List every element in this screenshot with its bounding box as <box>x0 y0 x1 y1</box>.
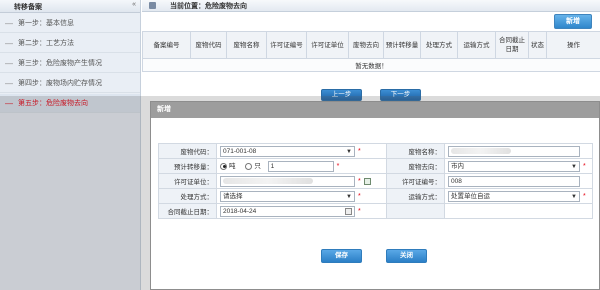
sidebar-item-step1[interactable]: — 第一步：基本信息 <box>0 14 140 33</box>
unit-piece-radio[interactable] <box>245 162 253 170</box>
process-select[interactable]: 请选择 ▼ <box>220 190 355 202</box>
waste-name-input[interactable] <box>448 145 580 157</box>
collapse-icon[interactable]: « <box>132 1 136 8</box>
waste-code-value: 071-001-08 <box>223 147 257 155</box>
dialog-body: 废物代码： 071-001-08 ▼ * 废物名称： 预计转移量： 吨 只 1 * 废… <box>151 118 599 289</box>
empty-label <box>386 203 445 219</box>
column-header: 废物名称 <box>226 31 267 59</box>
license-unit-cell: * <box>216 173 387 189</box>
sidebar-item-label: 第三步：危险废物产生情况 <box>18 60 102 67</box>
waste-name-label: 废物名称： <box>386 143 445 159</box>
empty-cell <box>444 203 593 219</box>
transport-value: 处置单位自运 <box>451 192 490 200</box>
waste-code-cell: 071-001-08 ▼ * <box>216 143 387 159</box>
form-row: 处理方式： 请选择 ▼ * 运输方式： 处置单位自运 ▼ * <box>158 188 593 204</box>
column-header: 处理方式 <box>420 31 458 59</box>
picker-icon[interactable] <box>363 177 371 185</box>
required-mark: * <box>358 207 361 215</box>
sidebar-item-label: 第二步：工艺方法 <box>18 40 74 47</box>
empty-message: 暂无数据！ <box>142 58 600 72</box>
destination-select[interactable]: 市内 ▼ <box>448 160 580 172</box>
column-header: 废物去向 <box>348 31 384 59</box>
required-mark: * <box>583 192 586 200</box>
estimated-amount-label: 预计转移量： <box>158 158 217 174</box>
transport-cell: 处置单位自运 ▼ * <box>444 188 593 204</box>
column-header: 状态 <box>528 31 547 59</box>
redacted-text <box>451 147 511 154</box>
location-bar: 当前位置：危险废物去向 <box>142 0 600 12</box>
waste-name-cell <box>444 143 593 159</box>
dialog-title: 新增 <box>151 102 599 118</box>
chevron-down-icon: ▼ <box>571 163 577 170</box>
license-no-cell: 008 <box>444 173 593 189</box>
form-row: 许可证单位： * 许可证编号： 008 <box>158 173 593 189</box>
bullet-icon: — <box>5 78 13 88</box>
column-header: 合同截止日期 <box>495 31 529 59</box>
contract-date-value: 2018-04-24 <box>223 207 257 215</box>
destination-value: 市内 <box>451 162 464 170</box>
required-mark: * <box>583 162 586 170</box>
process-value: 请选择 <box>223 192 243 200</box>
table-header-row: 备案编号 废物代码 废物名称 许可证编号 许可证单位 废物去向 预计转移量 处理… <box>142 31 600 59</box>
new-button[interactable]: 新增 <box>554 14 592 29</box>
chevron-down-icon: ▼ <box>571 193 577 200</box>
sidebar-header: 转移备案 « <box>0 0 140 13</box>
sidebar-item-step2[interactable]: — 第二步：工艺方法 <box>0 34 140 53</box>
sidebar-item-label: 第四步：废物场内贮存情况 <box>18 80 102 87</box>
transport-label: 运输方式： <box>386 188 445 204</box>
bullet-icon: — <box>5 38 13 48</box>
column-header: 许可证编号 <box>266 31 307 59</box>
transport-select[interactable]: 处置单位自运 ▼ <box>448 190 580 202</box>
column-header: 预计转移量 <box>383 31 421 59</box>
contract-date-label: 合同截止日期： <box>158 203 217 219</box>
column-header: 运输方式 <box>457 31 496 59</box>
unit-ton-radio[interactable] <box>220 162 227 170</box>
waste-code-label: 废物代码： <box>158 143 217 159</box>
required-mark: * <box>336 162 340 170</box>
add-form: 废物代码： 071-001-08 ▼ * 废物名称： 预计转移量： 吨 只 1 * 废… <box>158 143 593 219</box>
chevron-down-icon: ▼ <box>346 148 352 155</box>
license-no-input[interactable]: 008 <box>448 175 580 187</box>
column-header: 备案编号 <box>142 31 191 59</box>
unit-piece-label: 只 <box>254 163 261 171</box>
bullet-icon: — <box>5 58 13 68</box>
column-header: 操作 <box>546 31 600 59</box>
chevron-down-icon: ▼ <box>346 193 352 200</box>
contract-date-input[interactable]: 2018-04-24 <box>220 205 355 217</box>
column-header: 许可证单位 <box>306 31 349 59</box>
sidebar-item-step3[interactable]: — 第三步：危险废物产生情况 <box>0 54 140 73</box>
calendar-icon[interactable] <box>345 207 352 215</box>
redacted-text <box>223 177 313 184</box>
sidebar-item-label: 第一步：基本信息 <box>18 20 74 27</box>
required-mark: * <box>358 147 361 155</box>
sidebar-item-step4[interactable]: — 第四步：废物场内贮存情况 <box>0 74 140 93</box>
location-text: 当前位置：危险废物去向 <box>170 3 247 10</box>
contract-date-cell: 2018-04-24 * <box>216 203 387 219</box>
required-mark: * <box>358 192 361 200</box>
license-no-label: 许可证编号： <box>386 173 445 189</box>
form-row: 合同截止日期： 2018-04-24 * <box>158 203 593 219</box>
destination-cell: 市内 ▼ * <box>444 158 593 174</box>
sidebar-title: 转移备案 <box>14 4 42 11</box>
close-button[interactable]: 关闭 <box>386 249 427 263</box>
bullet-icon: — <box>5 18 13 28</box>
process-label: 处理方式： <box>158 188 217 204</box>
process-cell: 请选择 ▼ * <box>216 188 387 204</box>
estimated-amount-input[interactable]: 1 <box>267 160 334 172</box>
license-unit-label: 许可证单位： <box>158 173 217 189</box>
form-row: 预计转移量： 吨 只 1 * 废物去向： 市内 ▼ * <box>158 158 593 174</box>
required-mark: * <box>358 177 361 185</box>
form-row: 废物代码： 071-001-08 ▼ * 废物名称： <box>158 143 593 159</box>
unit-ton-label: 吨 <box>229 163 236 171</box>
data-table: 备案编号 废物代码 废物名称 许可证编号 许可证单位 废物去向 预计转移量 处理… <box>142 31 600 72</box>
estimated-amount-cell: 吨 只 1 * <box>216 158 387 174</box>
waste-code-select[interactable]: 071-001-08 ▼ <box>220 145 355 157</box>
save-button[interactable]: 保存 <box>321 249 362 263</box>
license-unit-input[interactable] <box>220 175 355 187</box>
destination-label: 废物去向： <box>386 158 445 174</box>
add-dialog: 新增 废物代码： 071-001-08 ▼ * 废物名称： 预计转移量： 吨 只 1… <box>150 101 600 290</box>
table-row: 暂无数据！ <box>142 58 600 72</box>
column-header: 废物代码 <box>190 31 227 59</box>
home-icon <box>149 2 156 9</box>
